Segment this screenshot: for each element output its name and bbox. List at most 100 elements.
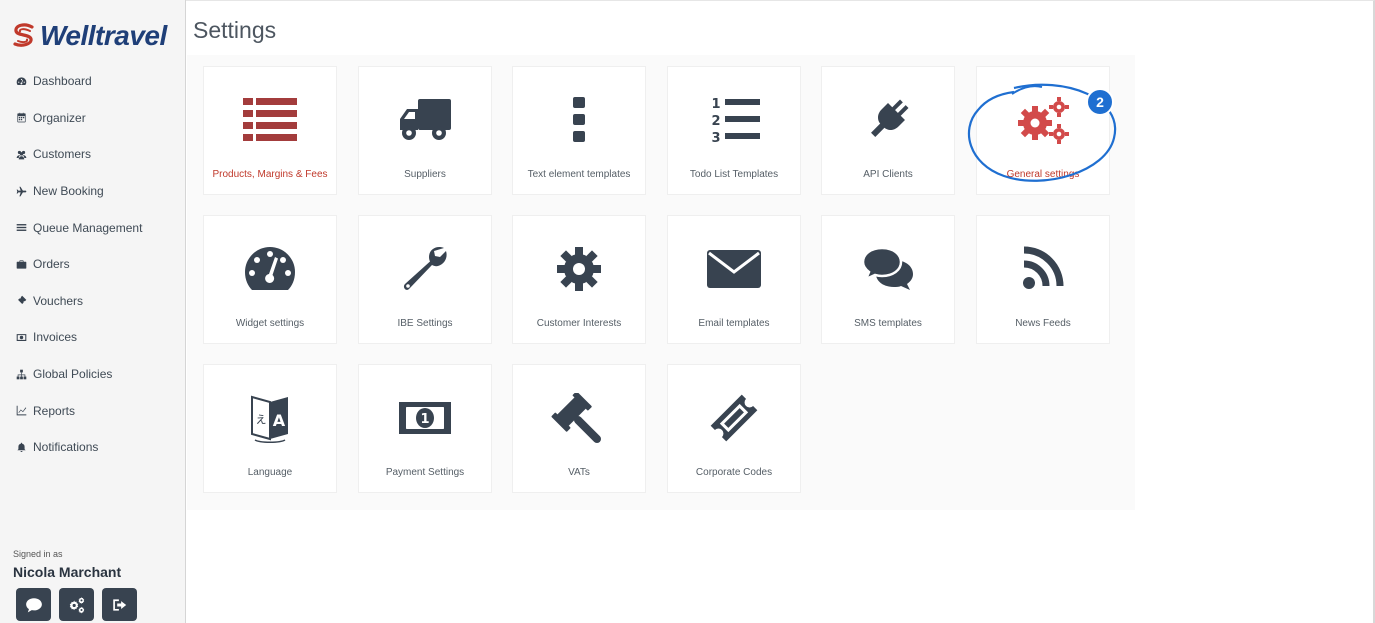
tile-customer-interests[interactable]: Customer Interests xyxy=(512,215,646,344)
tile-label: Text element templates xyxy=(527,169,631,180)
sidebar-item-vouchers[interactable]: Vouchers xyxy=(0,283,186,320)
sidebar-item-label: Organizer xyxy=(33,110,86,125)
tile-label: IBE Settings xyxy=(397,318,453,329)
tile-label: Payment Settings xyxy=(385,467,465,478)
tile-widget-settings[interactable]: Widget settings xyxy=(203,215,337,344)
tile-label: API Clients xyxy=(863,169,913,180)
sidebar-item-customers[interactable]: Customers xyxy=(0,136,186,173)
sidebar-item-label: Reports xyxy=(33,403,76,418)
calendar-icon xyxy=(14,111,28,125)
sidebar: Welltravel Dashboard Organizer Customers… xyxy=(0,0,186,623)
svg-text:ぇ: ぇ xyxy=(254,412,267,427)
tile-news-feeds[interactable]: News Feeds xyxy=(976,215,1110,344)
brand-name: Welltravel xyxy=(40,20,167,51)
chat-button[interactable] xyxy=(16,588,51,621)
tile-text-element-templates[interactable]: Text element templates xyxy=(512,66,646,195)
sidebar-item-notifications[interactable]: Notifications xyxy=(0,429,186,466)
users-icon xyxy=(14,147,28,161)
sidebar-item-reports[interactable]: Reports xyxy=(0,392,186,429)
tile-label: Products, Margins & Fees xyxy=(212,169,328,180)
user-name: Nicola Marchant xyxy=(13,564,122,580)
tile-label: VATs xyxy=(568,467,590,478)
svg-text:2: 2 xyxy=(711,114,720,129)
tile-ibe-settings[interactable]: IBE Settings xyxy=(358,215,492,344)
gavel-icon xyxy=(551,393,601,443)
ordered-list-icon: 1 2 3 xyxy=(711,97,760,145)
tile-label: SMS templates xyxy=(854,318,922,329)
briefcase-icon xyxy=(14,257,28,271)
tile-label: Language xyxy=(247,467,293,478)
tile-label: Todo List Templates xyxy=(689,169,779,180)
sidebar-item-invoices[interactable]: Invoices xyxy=(0,319,186,356)
settings-button[interactable] xyxy=(59,588,94,621)
sidebar-item-label: Customers xyxy=(33,147,92,162)
tile-vats[interactable]: VATs xyxy=(512,364,646,493)
chat-icon xyxy=(25,597,42,612)
tile-label: Suppliers xyxy=(404,169,446,180)
tile-api-clients[interactable]: API Clients xyxy=(821,66,955,195)
rss-icon xyxy=(1023,246,1064,289)
sidebar-item-dashboard[interactable]: Dashboard xyxy=(0,63,186,100)
tile-label: General settings xyxy=(1006,169,1080,180)
sidebar-item-label: Queue Management xyxy=(33,220,143,235)
sidebar-item-label: Orders xyxy=(33,257,70,272)
sidebar-item-global-policies[interactable]: Global Policies xyxy=(0,356,186,393)
welltravel-logo-icon xyxy=(13,23,34,47)
tile-label: Email templates xyxy=(698,318,770,329)
sidebar-item-label: Notifications xyxy=(33,440,99,455)
comments-icon xyxy=(861,246,913,290)
sidebar-item-label: New Booking xyxy=(33,184,104,199)
dashboard-icon xyxy=(14,74,28,88)
cogs-icon xyxy=(1018,97,1069,144)
sign-out-button[interactable] xyxy=(102,588,137,621)
tile-general-settings[interactable]: General settings xyxy=(976,66,1110,195)
plane-icon xyxy=(14,184,28,198)
sidebar-item-queue-management[interactable]: Queue Management xyxy=(0,209,186,246)
svg-text:3: 3 xyxy=(711,131,720,145)
cogs-icon xyxy=(69,596,84,613)
tile-language[interactable]: ぇ A Language xyxy=(203,364,337,493)
ellipsis-vertical-icon xyxy=(573,97,585,142)
language-icon: ぇ A xyxy=(251,395,288,443)
tile-label: Corporate Codes xyxy=(695,467,773,478)
sign-out-icon xyxy=(112,598,126,611)
envelope-icon xyxy=(707,250,761,288)
page-title: Settings xyxy=(193,17,277,43)
sidebar-item-label: Invoices xyxy=(33,330,78,345)
tile-email-templates[interactable]: Email templates xyxy=(667,215,801,344)
gear-icon xyxy=(557,247,601,291)
bell-icon xyxy=(14,440,28,454)
sidebar-item-orders[interactable]: Orders xyxy=(0,246,186,283)
list-icon xyxy=(14,221,28,235)
tile-todo-list-templates[interactable]: 1 2 3 Todo List Templates xyxy=(667,66,801,195)
sidebar-item-label: Dashboard xyxy=(33,74,92,89)
svg-text:A: A xyxy=(273,411,286,430)
tile-payment-settings[interactable]: 1 Payment Settings xyxy=(358,364,492,493)
plug-icon xyxy=(871,99,909,137)
tile-sms-templates[interactable]: SMS templates xyxy=(821,215,955,344)
ticket-icon xyxy=(14,294,28,308)
brand-logo[interactable]: Welltravel xyxy=(12,20,167,52)
tile-label: Customer Interests xyxy=(536,318,622,329)
signed-in-info: Signed in as Nicola Marchant xyxy=(13,549,121,580)
tile-corporate-codes[interactable]: Corporate Codes xyxy=(667,364,801,493)
gauge-icon xyxy=(245,247,295,290)
sidebar-item-label: Vouchers xyxy=(33,293,84,308)
sidebar-nav: Dashboard Organizer Customers New Bookin… xyxy=(0,63,186,466)
chart-icon xyxy=(14,404,28,418)
tile-products-margins-fees[interactable]: Products, Margins & Fees xyxy=(203,66,337,195)
svg-text:1: 1 xyxy=(420,412,429,427)
truck-icon xyxy=(400,99,451,140)
sidebar-item-new-booking[interactable]: New Booking xyxy=(0,173,186,210)
signed-in-label: Signed in as xyxy=(13,549,63,559)
ticket-icon xyxy=(710,394,758,442)
svg-text:1: 1 xyxy=(711,97,720,112)
sitemap-icon xyxy=(14,367,28,381)
sidebar-actions xyxy=(16,588,137,621)
tile-label: News Feeds xyxy=(1015,318,1071,329)
money-bill-icon: 1 xyxy=(399,402,451,434)
tile-suppliers[interactable]: Suppliers xyxy=(358,66,492,195)
tile-label: Widget settings xyxy=(235,318,305,329)
list-icon xyxy=(243,98,297,141)
sidebar-item-organizer[interactable]: Organizer xyxy=(0,100,186,137)
